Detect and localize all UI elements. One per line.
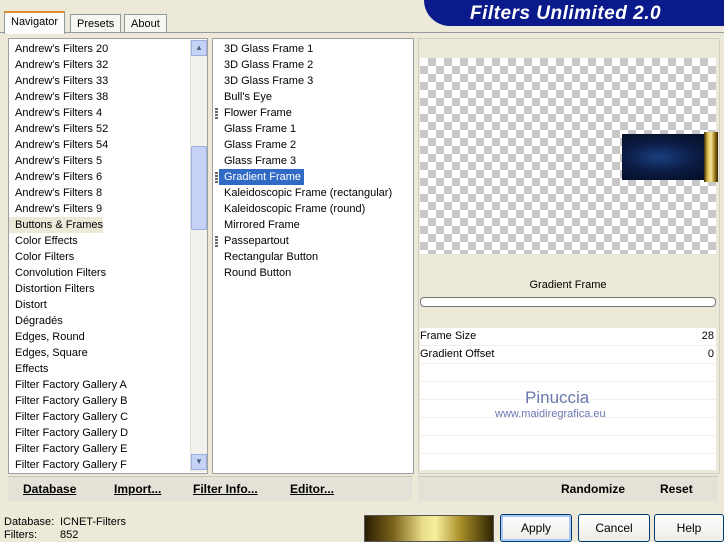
param-label: Frame Size xyxy=(420,330,477,342)
cancel-button[interactable]: Cancel xyxy=(578,514,650,542)
database-value: ICNET-Filters xyxy=(60,516,126,528)
category-item[interactable]: Filter Factory Gallery F xyxy=(9,457,127,473)
preview-filter-name: Gradient Frame xyxy=(529,279,607,291)
category-item[interactable]: Andrew's Filters 6 xyxy=(9,169,102,185)
filter-list[interactable]: 3D Glass Frame 1 3D Glass Frame 2 3D Glass… xyxy=(212,38,414,474)
category-item[interactable]: Andrew's Filters 52 xyxy=(9,121,108,137)
database-button[interactable]: Database xyxy=(23,480,76,498)
category-item[interactable]: Edges, Square xyxy=(9,345,88,361)
filter-item[interactable]: 3D Glass Frame 2 xyxy=(219,57,316,73)
category-item[interactable]: Filter Factory Gallery E xyxy=(9,441,127,457)
category-item[interactable]: Filter Factory Gallery B xyxy=(9,393,127,409)
scroll-up-icon[interactable]: ▲ xyxy=(191,40,207,56)
category-item[interactable]: Andrew's Filters 20 xyxy=(9,41,108,57)
category-item[interactable]: Distort xyxy=(9,297,47,313)
category-item[interactable]: Effects xyxy=(9,361,48,377)
scrollbar-thumb[interactable] xyxy=(191,146,207,230)
category-item[interactable]: Convolution Filters xyxy=(9,265,106,281)
filter-type-icon xyxy=(215,108,218,119)
watermark-name: Pinuccia xyxy=(525,388,590,407)
param-frame-size[interactable]: Frame Size 28 xyxy=(420,328,716,346)
preview-image xyxy=(622,134,716,180)
tab-about[interactable]: About xyxy=(124,14,167,33)
category-item[interactable]: Andrew's Filters 5 xyxy=(9,153,102,169)
filter-info-button[interactable]: Filter Info... xyxy=(193,480,258,498)
param-value: 28 xyxy=(701,330,714,342)
filter-item[interactable]: Glass Frame 3 xyxy=(219,153,299,169)
filter-progress-bar xyxy=(420,297,716,307)
filters-count-label: Filters: xyxy=(4,529,37,541)
tab-divider xyxy=(0,32,724,33)
category-item[interactable]: Andrew's Filters 8 xyxy=(9,185,102,201)
category-item[interactable]: Distortion Filters xyxy=(9,281,94,297)
filter-item[interactable]: 3D Glass Frame 1 xyxy=(219,41,316,57)
filter-item[interactable]: Gradient Frame xyxy=(219,169,305,185)
category-item[interactable]: Filter Factory Gallery D xyxy=(9,425,128,441)
filter-item[interactable]: Mirrored Frame xyxy=(219,217,303,233)
filter-item[interactable]: Kaleidoscopic Frame (rectangular) xyxy=(219,185,395,201)
tab-navigator[interactable]: Navigator xyxy=(4,11,66,34)
filter-item[interactable]: Rectangular Button xyxy=(219,249,321,265)
category-item[interactable]: Andrew's Filters 9 xyxy=(9,201,102,217)
gradient-swatch xyxy=(364,515,494,542)
param-gradient-offset[interactable]: Gradient Offset 0 xyxy=(420,346,716,364)
scroll-down-icon[interactable]: ▼ xyxy=(191,454,207,470)
category-item[interactable]: Andrew's Filters 54 xyxy=(9,137,108,153)
randomize-button[interactable]: Randomize xyxy=(561,480,625,498)
import-button[interactable]: Import... xyxy=(114,480,161,498)
category-item[interactable]: Andrew's Filters 32 xyxy=(9,57,108,73)
filter-item[interactable]: Glass Frame 2 xyxy=(219,137,299,153)
database-label: Database: xyxy=(4,516,55,528)
category-item[interactable]: Dégradés xyxy=(9,313,63,329)
param-label: Gradient Offset xyxy=(420,348,495,360)
watermark-url: www.maidiregrafica.eu xyxy=(495,408,606,420)
filter-item[interactable]: Passepartout xyxy=(219,233,292,249)
editor-button[interactable]: Editor... xyxy=(290,480,334,498)
preview-gold-frame xyxy=(704,132,718,182)
category-scrollbar[interactable]: ▲ ▼ xyxy=(190,40,207,472)
category-item[interactable]: Edges, Round xyxy=(9,329,85,345)
apply-button[interactable]: Apply xyxy=(500,514,572,542)
reset-button[interactable]: Reset xyxy=(660,480,693,498)
filter-item[interactable]: Round Button xyxy=(219,265,294,281)
filter-item[interactable]: Glass Frame 1 xyxy=(219,121,299,137)
category-item[interactable]: Buttons & Frames xyxy=(9,217,104,233)
filter-item[interactable]: 3D Glass Frame 3 xyxy=(219,73,316,89)
help-button[interactable]: Help xyxy=(654,514,724,542)
category-item[interactable]: Color Effects xyxy=(9,233,78,249)
tab-presets[interactable]: Presets xyxy=(70,14,122,33)
param-value: 0 xyxy=(707,348,714,360)
category-item[interactable]: Filter Factory Gallery A xyxy=(9,377,127,393)
filter-item[interactable]: Flower Frame xyxy=(219,105,295,121)
category-list[interactable]: Andrew's Filters 20 Andrew's Filters 32 An… xyxy=(8,38,208,474)
category-item[interactable]: Filter Factory Gallery C xyxy=(9,409,128,425)
filter-type-icon xyxy=(215,236,218,247)
app-title: Filters Unlimited 2.0 xyxy=(470,3,662,24)
category-item[interactable]: Andrew's Filters 33 xyxy=(9,73,108,89)
filter-item[interactable]: Bull's Eye xyxy=(219,89,275,105)
category-item[interactable]: Color Filters xyxy=(9,249,74,265)
filter-item[interactable]: Kaleidoscopic Frame (round) xyxy=(219,201,368,217)
category-item[interactable]: Andrew's Filters 4 xyxy=(9,105,102,121)
filter-type-icon xyxy=(215,172,218,183)
filters-count-value: 852 xyxy=(60,529,79,541)
category-item[interactable]: Andrew's Filters 38 xyxy=(9,89,108,105)
